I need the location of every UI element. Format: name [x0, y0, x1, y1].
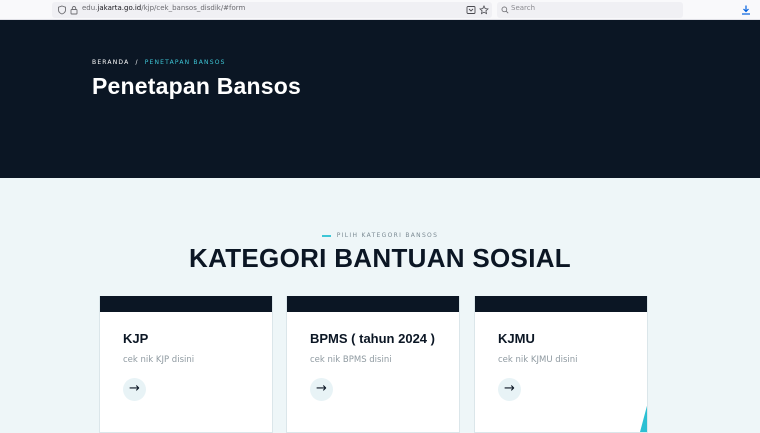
breadcrumb-current: PENETAPAN BANSOS — [144, 59, 226, 66]
url-text[interactable]: edu.jakarta.go.id/kjp/cek_bansos_disdik/… — [82, 4, 245, 12]
arrow-right-button[interactable]: → — [310, 378, 333, 401]
card-title: BPMS ( tahun 2024 ) — [310, 331, 435, 346]
reader-view-icon[interactable] — [466, 5, 476, 15]
card-kjp[interactable]: KJP cek nik KJP disini → — [99, 296, 273, 433]
search-placeholder: Search — [511, 4, 536, 12]
search-input[interactable]: Search — [497, 2, 683, 18]
card-header-bar — [287, 296, 459, 312]
bookmark-star-icon[interactable] — [479, 5, 489, 15]
card-description: cek nik BPMS disini — [310, 355, 392, 365]
kicker-text: PILIH KATEGORI BANSOS — [336, 232, 439, 239]
lock-icon[interactable] — [69, 5, 79, 15]
url-path: /kjp/cek_bansos_disdik/#form — [141, 4, 246, 12]
browser-toolbar: edu.jakarta.go.id/kjp/cek_bansos_disdik/… — [0, 0, 760, 20]
breadcrumb-home-link[interactable]: BERANDA — [92, 59, 129, 66]
arrow-right-button[interactable]: → — [498, 378, 521, 401]
card-accent-shape — [640, 402, 647, 432]
card-description: cek nik KJP disini — [123, 355, 195, 365]
section-title: KATEGORI BANTUAN SOSIAL — [189, 243, 571, 273]
breadcrumb: BERANDA / PENETAPAN BANSOS — [92, 59, 226, 66]
card-header-bar — [100, 296, 272, 312]
breadcrumb-separator: / — [135, 59, 139, 66]
card-bpms[interactable]: BPMS ( tahun 2024 ) cek nik BPMS disini … — [286, 296, 460, 433]
url-domain: jakarta.go.id — [97, 4, 142, 12]
arrow-right-button[interactable]: → — [123, 378, 146, 401]
url-prefix: edu. — [82, 4, 98, 12]
card-kjmu[interactable]: KJMU cek nik KJMU disini → — [474, 296, 648, 433]
card-title: KJMU — [498, 331, 535, 346]
card-header-bar — [475, 296, 647, 312]
page-title: Penetapan Bansos — [92, 73, 301, 99]
download-icon[interactable] — [740, 4, 752, 16]
card-title: KJP — [123, 331, 149, 346]
card-description: cek nik KJMU disini — [498, 355, 578, 365]
search-icon — [501, 6, 509, 14]
address-bar[interactable]: edu.jakarta.go.id/kjp/cek_bansos_disdik/… — [52, 2, 492, 18]
section-kicker: PILIH KATEGORI BANSOS — [0, 232, 760, 239]
shield-icon — [58, 5, 66, 15]
kicker-dash — [321, 234, 331, 237]
